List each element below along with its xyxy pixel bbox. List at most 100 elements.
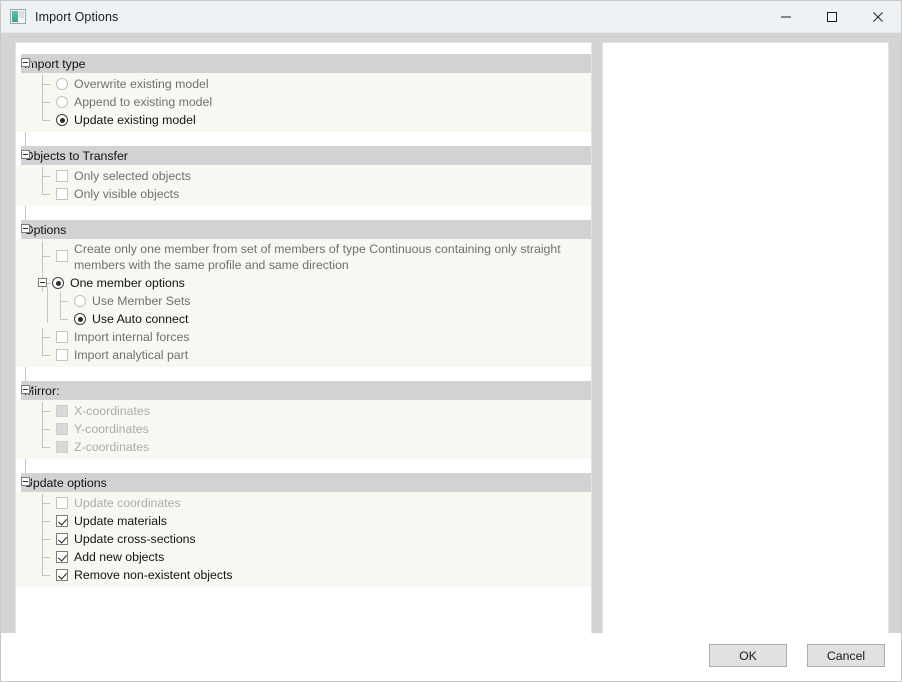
ok-button[interactable]: OK <box>709 644 787 667</box>
tree-elbow <box>42 241 43 256</box>
tree-elbow-h <box>42 575 50 576</box>
tree-elbow-v <box>42 429 43 438</box>
close-icon[interactable] <box>855 1 901 32</box>
radio-update-existing-model[interactable] <box>56 114 68 126</box>
group-header-import-type[interactable]: Import type <box>21 54 591 73</box>
group-import-type: Import type Overwrite existing model <box>16 43 591 132</box>
tree-elbow-h <box>47 283 51 284</box>
option-row-overwrite-existing-model[interactable]: Overwrite existing model <box>16 75 591 93</box>
group-spacer <box>16 206 591 220</box>
collapse-minus-icon[interactable] <box>38 278 47 287</box>
option-row-update-materials[interactable]: Update materials <box>16 512 591 530</box>
option-label: Create only one member from set of membe… <box>74 242 574 273</box>
tree-elbow <box>42 93 43 102</box>
option-row-one-member-options[interactable]: One member options <box>16 274 591 292</box>
tree-elbow-h <box>60 319 68 320</box>
radio-overwrite-existing-model[interactable] <box>56 78 68 90</box>
checkbox-add-new-objects[interactable] <box>56 551 68 563</box>
option-label: Only visible objects <box>74 187 179 202</box>
tree-elbow-v <box>42 521 43 530</box>
tree-connector <box>30 228 34 229</box>
checkbox-create-one-member[interactable] <box>56 250 68 262</box>
option-label: Update cross-sections <box>74 532 196 547</box>
group-body-objects-to-transfer: Only selected objects Only visible objec… <box>16 165 591 206</box>
maximize-icon[interactable] <box>809 1 855 32</box>
tree-elbow-h <box>42 429 50 430</box>
tree-elbow-h <box>60 301 68 302</box>
checkbox-only-visible-objects[interactable] <box>56 188 68 200</box>
group-header-update-options[interactable]: Update options <box>21 473 591 492</box>
tree-elbow <box>42 530 43 539</box>
option-row-update-coordinates[interactable]: Update coordinates <box>16 494 591 512</box>
tree-connector <box>30 481 34 482</box>
checkbox-remove-non-existent-objects[interactable] <box>56 569 68 581</box>
radio-use-member-sets[interactable] <box>74 295 86 307</box>
option-label: Update coordinates <box>74 496 181 511</box>
checkbox-x-coordinates <box>56 405 68 417</box>
radio-append-to-existing-model[interactable] <box>56 96 68 108</box>
option-row-use-auto-connect[interactable]: Use Auto connect <box>16 310 591 328</box>
options-tree: Import type Overwrite existing model <box>16 43 591 587</box>
tree-elbow-v <box>42 84 43 93</box>
tree-elbow-v <box>42 337 43 346</box>
tree-connector <box>30 389 34 390</box>
option-label: Y-coordinates <box>74 422 149 437</box>
option-row-only-visible-objects[interactable]: Only visible objects <box>16 185 591 203</box>
option-row-add-new-objects[interactable]: Add new objects <box>16 548 591 566</box>
group-title: Objects to Transfer <box>21 149 128 163</box>
tree-elbow-h <box>42 355 50 356</box>
collapse-minus-icon[interactable] <box>21 477 30 486</box>
group-objects-to-transfer: Objects to Transfer Only selected object… <box>16 146 591 206</box>
radio-use-auto-connect[interactable] <box>74 313 86 325</box>
tree-elbow-v <box>42 102 43 111</box>
option-row-update-existing-model[interactable]: Update existing model <box>16 111 591 129</box>
option-label: Use Auto connect <box>92 312 188 327</box>
option-row-use-member-sets[interactable]: Use Member Sets <box>16 292 591 310</box>
option-row-append-to-existing-model[interactable]: Append to existing model <box>16 93 591 111</box>
minimize-icon[interactable] <box>763 1 809 32</box>
group-header-objects-to-transfer[interactable]: Objects to Transfer <box>21 146 591 165</box>
checkbox-only-selected-objects[interactable] <box>56 170 68 182</box>
tree-elbow <box>42 185 43 194</box>
tree-elbow-v <box>42 176 43 185</box>
tree-elbow <box>42 167 43 176</box>
collapse-minus-icon[interactable] <box>21 385 30 394</box>
group-header-options[interactable]: Options <box>21 220 591 239</box>
option-row-y-coordinates[interactable]: Y-coordinates <box>16 420 591 438</box>
tree-elbow-v <box>42 256 43 273</box>
option-row-z-coordinates[interactable]: Z-coordinates <box>16 438 591 456</box>
option-label: Overwrite existing model <box>74 77 209 92</box>
group-update-options: Update options Update coordinates <box>16 473 591 587</box>
collapse-minus-icon[interactable] <box>21 224 30 233</box>
checkbox-y-coordinates <box>56 423 68 435</box>
option-row-update-cross-sections[interactable]: Update cross-sections <box>16 530 591 548</box>
tree-elbow-h <box>42 447 50 448</box>
title-bar: Import Options <box>1 1 901 33</box>
cancel-button[interactable]: Cancel <box>807 644 885 667</box>
checkbox-update-cross-sections[interactable] <box>56 533 68 545</box>
preview-panel <box>602 42 889 637</box>
collapse-minus-icon[interactable] <box>21 58 30 67</box>
checkbox-import-analytical-part[interactable] <box>56 349 68 361</box>
tree-elbow-h <box>42 194 50 195</box>
tree-elbow-h <box>42 176 50 177</box>
option-row-only-selected-objects[interactable]: Only selected objects <box>16 167 591 185</box>
radio-one-member-options[interactable] <box>52 277 64 289</box>
option-row-remove-non-existent-objects[interactable]: Remove non-existent objects <box>16 566 591 584</box>
option-label: Import analytical part <box>74 348 188 363</box>
checkbox-update-materials[interactable] <box>56 515 68 527</box>
option-label: Remove non-existent objects <box>74 568 233 583</box>
group-header-mirror[interactable]: Mirror: <box>21 381 591 400</box>
option-row-import-internal-forces[interactable]: Import internal forces <box>16 328 591 346</box>
option-row-import-analytical-part[interactable]: Import analytical part <box>16 346 591 364</box>
tree-elbow-h <box>42 84 50 85</box>
collapse-minus-icon[interactable] <box>21 150 30 159</box>
tree-connector <box>30 154 34 155</box>
group-title: Update options <box>21 476 107 490</box>
option-row-x-coordinates[interactable]: X-coordinates <box>16 402 591 420</box>
checkbox-import-internal-forces[interactable] <box>56 331 68 343</box>
option-row-create-one-member[interactable]: Create only one member from set of membe… <box>16 241 591 274</box>
option-label: Import internal forces <box>74 330 190 345</box>
tree-elbow <box>60 292 61 301</box>
group-title: Import type <box>21 57 86 71</box>
